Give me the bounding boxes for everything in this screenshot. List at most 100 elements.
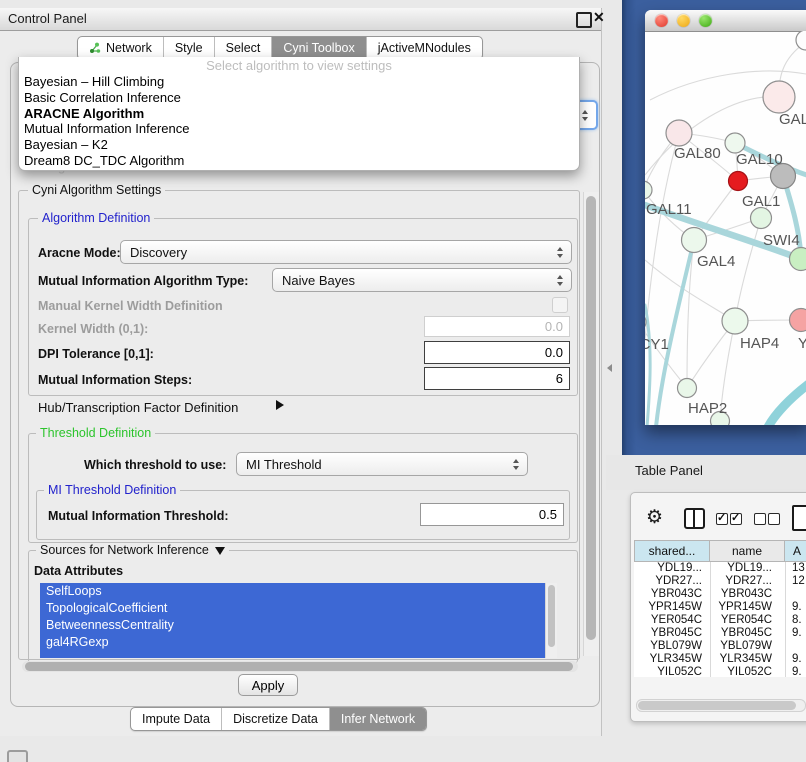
attributes-list-scrollbar[interactable] (545, 583, 557, 658)
dropdown-item[interactable]: Bayesian – K2 (19, 137, 579, 153)
threshold-definition-title: Threshold Definition (36, 426, 155, 440)
node-label: HAP2 (688, 400, 727, 417)
table-row[interactable]: YDR27... YDR27... 12 (634, 575, 806, 588)
hub-definition-toggle-label[interactable]: Hub/Transcription Factor Definition (38, 400, 238, 415)
settings-scrollbar-thumb[interactable] (586, 196, 596, 640)
column-header-shared-name[interactable]: shared... (634, 540, 710, 562)
node-gal80[interactable] (666, 120, 692, 146)
tab-impute-data[interactable]: Impute Data (131, 708, 221, 730)
hub-expand-arrow-icon[interactable] (276, 400, 284, 410)
tab-discretize-data[interactable]: Discretize Data (221, 708, 329, 730)
table-horizontal-scrollbar[interactable] (636, 699, 806, 712)
attributes-scrollbar-thumb[interactable] (548, 585, 555, 647)
table-mode-icon-partial[interactable] (792, 505, 806, 531)
gear-icon[interactable]: ⚙ (646, 506, 663, 529)
node-label: GAL4 (697, 253, 735, 270)
deselect-all-checkbox-icon-2[interactable] (768, 513, 780, 525)
split-columns-icon[interactable] (684, 508, 705, 529)
node-gal1[interactable] (751, 208, 772, 229)
node-gal11[interactable] (645, 181, 652, 199)
aracne-mode-combobox[interactable]: Discovery (120, 240, 572, 264)
dropdown-item[interactable]: Bayesian – Hill Climbing (19, 74, 579, 90)
table-row[interactable]: YBR045C YBR045C 9. (634, 627, 806, 640)
column-header-name[interactable]: name (710, 540, 785, 562)
data-attributes-list: SelfLoops TopologicalCoefficient Between… (40, 583, 545, 658)
mi-steps-field[interactable] (424, 367, 570, 390)
settings-vertical-scrollbar[interactable] (583, 192, 599, 656)
node[interactable] (796, 31, 806, 50)
mi-threshold-label: Mutual Information Threshold: (48, 509, 229, 523)
node-red-selected[interactable] (729, 172, 748, 191)
zoom-traffic-light[interactable] (699, 14, 712, 27)
cell-value: 13 (792, 562, 805, 574)
manual-kernel-checkbox[interactable] (552, 297, 568, 313)
dropdown-item-selected[interactable]: ARACNE Algorithm (19, 106, 579, 122)
table-row[interactable]: YPR145W YPR145W 9. (634, 601, 806, 614)
node-green-bright[interactable] (790, 248, 806, 271)
tab-style[interactable]: Style (163, 37, 214, 59)
deselect-all-checkbox-icon[interactable] (754, 513, 766, 525)
node-gal10[interactable] (725, 133, 745, 153)
cell-value: 9. (792, 601, 802, 613)
tab-select[interactable]: Select (214, 37, 272, 59)
dpi-tolerance-field[interactable] (424, 341, 570, 364)
tab-cyni-toolbox[interactable]: Cyni Toolbox (271, 37, 365, 59)
column-header-a[interactable]: A (785, 540, 806, 562)
cell-shared: YBL079W (650, 640, 702, 652)
table-row[interactable]: YBR043C YBR043C (634, 588, 806, 601)
attribute-item[interactable]: SelfLoops (40, 583, 545, 600)
table-scrollbar-thumb[interactable] (638, 701, 796, 710)
node-hap2[interactable] (678, 379, 697, 398)
settings-horizontal-scrollbar[interactable] (22, 661, 578, 672)
tab-jactivemnodules[interactable]: jActiveMNodules (366, 37, 482, 59)
network-window-titlebar[interactable] (645, 10, 806, 32)
kernel-width-field[interactable] (424, 316, 570, 337)
dropdown-item[interactable]: Mutual Information Inference (19, 121, 579, 137)
node-salmon[interactable] (790, 309, 806, 332)
which-threshold-label: Which threshold to use: (84, 458, 226, 472)
table-row[interactable]: YLR345W YLR345W 9. (634, 653, 806, 666)
node-gal4[interactable] (682, 228, 707, 253)
select-all-checkbox-icon[interactable] (716, 513, 728, 525)
node-gal-pink[interactable] (763, 81, 795, 113)
table-row[interactable]: YER054C YER054C 8. (634, 614, 806, 627)
sources-group-title[interactable]: Sources for Network Inference (36, 543, 229, 557)
attribute-item[interactable]: BetweennessCentrality (40, 617, 545, 634)
dropdown-item[interactable]: Basic Correlation Inference (19, 90, 579, 106)
node-hap4[interactable] (722, 308, 748, 334)
network-canvas[interactable]: GAL GAL80 GAL10 GAL11 GAL1 SWI4 GAL4 GCY… (645, 31, 806, 425)
which-threshold-combobox[interactable]: MI Threshold (236, 452, 528, 476)
panel-splitter-handle[interactable] (607, 364, 612, 372)
sources-collapse-arrow-icon (215, 547, 225, 555)
node-label: GAL (779, 111, 806, 128)
tab-network[interactable]: Network (78, 37, 163, 59)
tab-infer-network[interactable]: Infer Network (329, 708, 426, 730)
aracne-mode-value: Discovery (130, 245, 187, 260)
minimize-traffic-light[interactable] (677, 14, 690, 27)
minimized-panel-icon[interactable] (7, 750, 28, 762)
apply-button[interactable]: Apply (238, 674, 298, 696)
spinner-arrows-icon (582, 110, 589, 121)
table-row[interactable]: YBL079W YBL079W (634, 640, 806, 653)
table-row[interactable]: YIL052C YIL052C 9. (634, 666, 806, 677)
horizontal-scrollbar-thumb[interactable] (25, 662, 573, 671)
node-label: GAL11 (646, 201, 692, 218)
cell-shared: YBR045C (651, 627, 702, 639)
cell-name: YBR045C (721, 627, 772, 639)
dpi-tolerance-label: DPI Tolerance [0,1]: (38, 347, 154, 361)
dropdown-item[interactable]: Dream8 DC_TDC Algorithm (19, 153, 579, 169)
attribute-item[interactable]: TopologicalCoefficient (40, 600, 545, 617)
select-all-checkbox-icon-2[interactable] (730, 513, 742, 525)
float-window-icon[interactable] (576, 12, 592, 28)
cell-value: 12 (792, 575, 805, 587)
mi-type-combobox[interactable]: Naive Bayes (272, 268, 572, 292)
table-row[interactable]: YDL19... YDL19... 13 (634, 562, 806, 575)
mi-threshold-field[interactable] (420, 503, 564, 526)
network-icon (89, 42, 101, 54)
close-traffic-light[interactable] (655, 14, 668, 27)
mi-type-label: Mutual Information Algorithm Type: (38, 274, 248, 288)
attribute-item-partial[interactable] (40, 651, 545, 658)
close-icon[interactable]: ✕ (593, 9, 605, 26)
cyni-settings-title: Cyni Algorithm Settings (28, 183, 165, 197)
attribute-item[interactable]: gal4RGexp (40, 634, 545, 651)
